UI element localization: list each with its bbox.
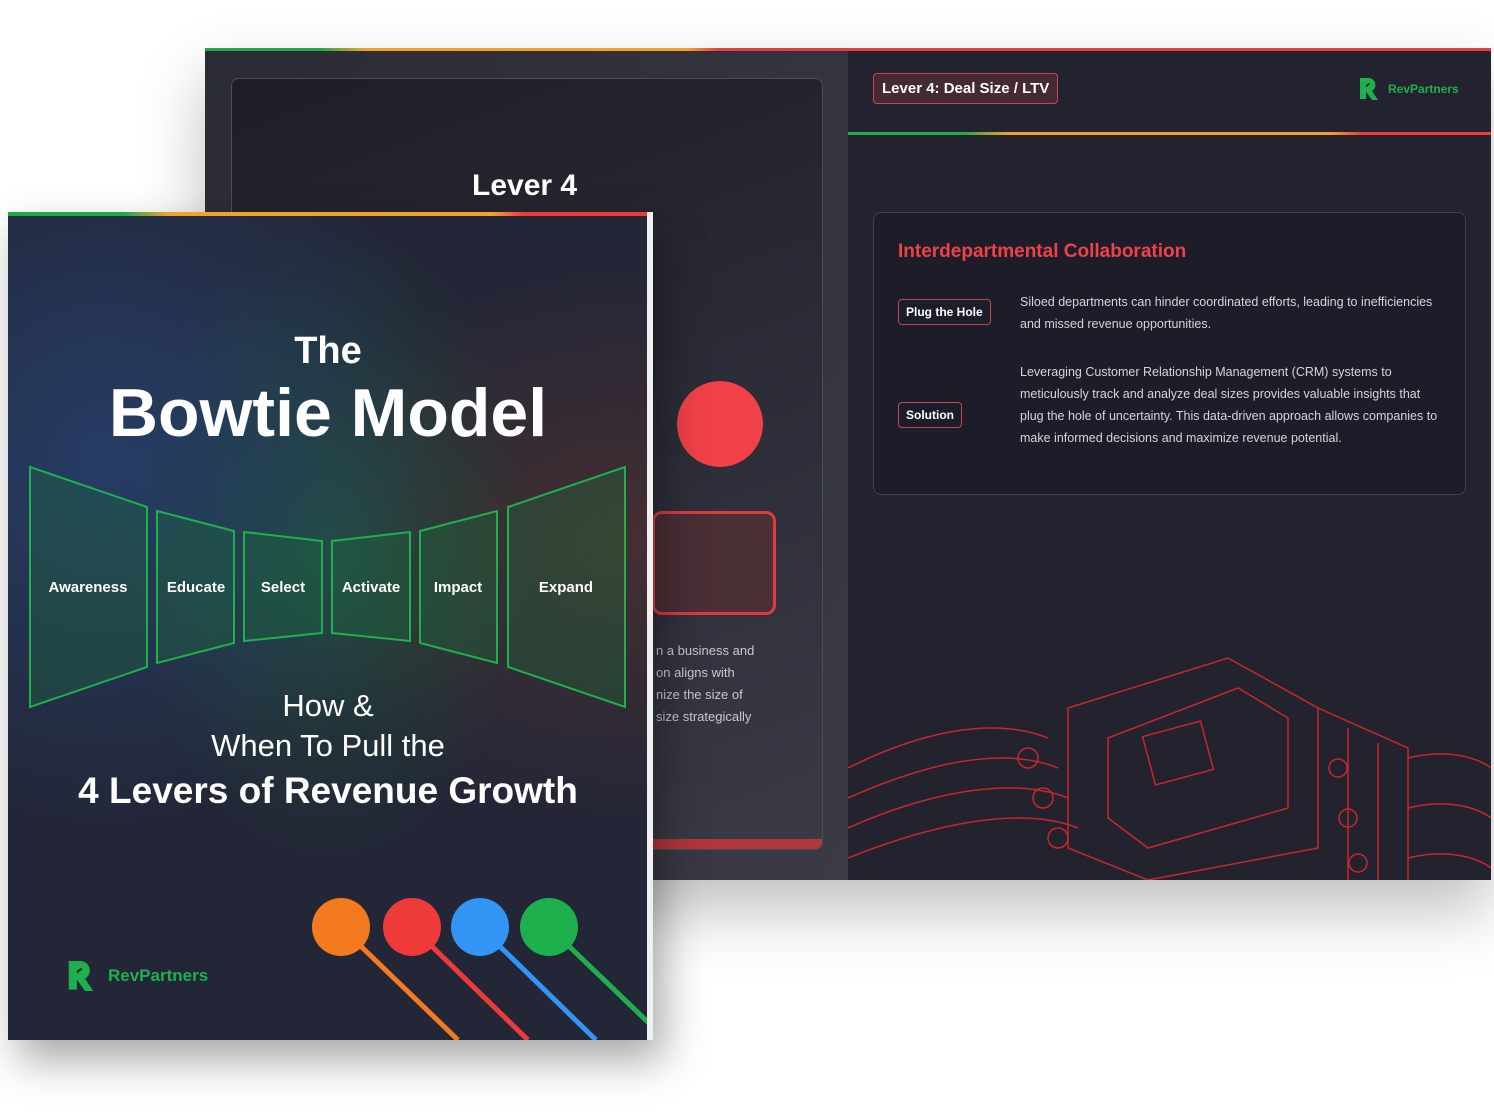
spread-right-page: Lever 4: Deal Size / LTV RevPartners Int… bbox=[848, 48, 1491, 880]
subtitle-line-2: When To Pull the bbox=[211, 728, 445, 763]
color-bar bbox=[848, 48, 1491, 51]
plug-the-hole-tag: Plug the Hole bbox=[898, 299, 991, 325]
ebook-cover: The Bowtie Model Awareness Educate Selec… bbox=[8, 212, 653, 1040]
stage-label: Impact bbox=[434, 579, 482, 596]
color-divider bbox=[848, 132, 1491, 135]
revpartners-logo-icon bbox=[68, 961, 94, 991]
body-line: n a business and bbox=[656, 643, 755, 658]
green-lever-knob bbox=[520, 898, 578, 956]
bowtie-diagram: Awareness Educate Select Activate Impact… bbox=[29, 465, 653, 1040]
stage-label: Awareness bbox=[49, 579, 128, 596]
page-edge bbox=[647, 212, 653, 1040]
stage-label: Activate bbox=[342, 579, 400, 596]
red-circle-graphic bbox=[677, 381, 763, 467]
lever-title: Lever 4 bbox=[472, 169, 578, 202]
body-line: on aligns with bbox=[656, 665, 735, 680]
brand-name: RevPartners bbox=[1388, 82, 1459, 96]
red-lever-knob bbox=[383, 898, 441, 956]
stage-label: Expand bbox=[539, 579, 593, 596]
collaboration-card: Interdepartmental Collaboration Plug the… bbox=[873, 212, 1466, 495]
lever-badge: Lever 4: Deal Size / LTV bbox=[873, 73, 1059, 104]
solution-text: Leveraging Customer Relationship Managem… bbox=[1020, 365, 1438, 445]
red-box-graphic bbox=[652, 511, 776, 615]
blue-lever-knob bbox=[451, 898, 509, 956]
orange-lever-knob bbox=[312, 898, 370, 956]
subtitle-line-3: 4 Levers of Revenue Growth bbox=[78, 770, 578, 811]
stage-label: Educate bbox=[167, 579, 225, 596]
card-title: Interdepartmental Collaboration bbox=[898, 241, 1187, 262]
solution-tag: Solution bbox=[898, 402, 962, 428]
stage-label: Select bbox=[261, 579, 305, 596]
body-line: size strategically bbox=[656, 709, 752, 724]
subtitle-line-1: How & bbox=[282, 688, 374, 723]
brand-logo: RevPartners bbox=[66, 958, 208, 994]
color-bar bbox=[205, 48, 848, 51]
brand-logo: RevPartners bbox=[1358, 76, 1459, 102]
body-line: nize the size of bbox=[656, 687, 743, 702]
revpartners-logo-icon bbox=[1360, 78, 1378, 100]
brand-name: RevPartners bbox=[108, 966, 209, 985]
circuit-breaker-illustration bbox=[848, 657, 1491, 880]
problem-text: Siloed departments can hinder coordinate… bbox=[1020, 295, 1433, 331]
